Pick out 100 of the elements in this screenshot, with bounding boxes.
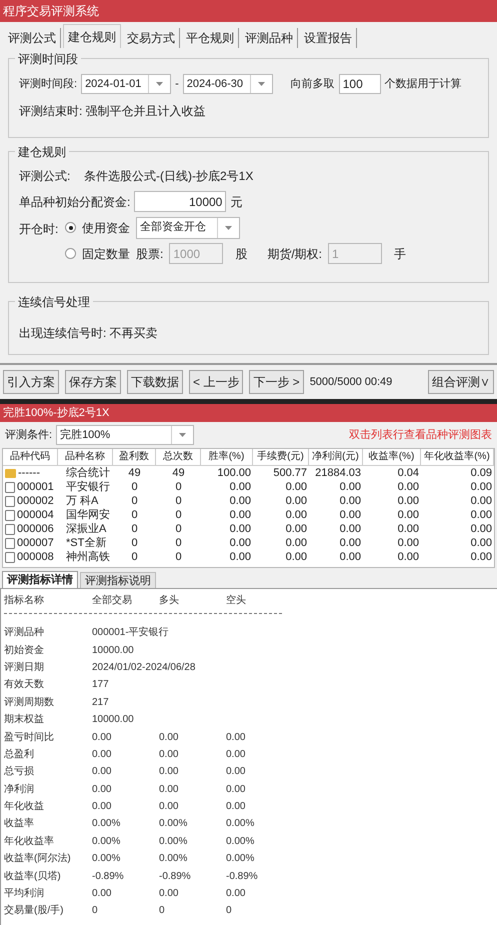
table-row[interactable]: 000006 深振业A 0 0 0.00 0.00 0.00 0.00 0.00: [3, 522, 494, 536]
tab[interactable]: 建仓规则: [63, 24, 121, 48]
metric-label: 年化收益: [4, 800, 45, 814]
toolbar-button[interactable]: 下一步 >: [249, 370, 304, 394]
table-row[interactable]: 000004 国华网安 0 0 0.00 0.00 0.00 0.00 0.00: [3, 508, 494, 522]
table-cell-text: 000004: [17, 508, 54, 523]
document-icon: [5, 538, 15, 548]
metric-value: 177: [92, 678, 109, 692]
tab[interactable]: 平仓规则: [182, 28, 239, 48]
caret-icon: [156, 82, 164, 86]
table-cell-text: 神州高铁: [66, 550, 110, 565]
table-row[interactable]: 000001 平安银行 0 0 0.00 0.00 0.00 0.00 0.00: [3, 480, 494, 494]
table-cell-text: 0.00: [470, 480, 492, 495]
combo-button[interactable]: 组合评测∨: [428, 370, 494, 394]
table-cell-text: 深振业A: [66, 522, 106, 536]
metric-value: 0.00: [92, 765, 112, 780]
table-cell-text: 国华网安: [66, 508, 110, 523]
metric-value: 0.00: [92, 730, 112, 745]
progress-text: 5000/5000 00:49: [310, 374, 392, 390]
group-title: 连续信号处理: [15, 293, 93, 311]
metric-value: 0.00%: [159, 817, 188, 832]
table-cell-text: 0.04: [396, 466, 419, 481]
table-cell-text: 0.00: [470, 550, 492, 565]
table-cell-text: 0: [130, 508, 139, 523]
table-cell-text: 0: [174, 536, 183, 551]
rule-text: 出现连续信号时: 不再买卖: [19, 325, 159, 342]
metric-value: 0: [159, 904, 166, 918]
table-cell-text: 0: [174, 550, 183, 565]
column-header[interactable]: 收益率(%): [363, 449, 421, 465]
column-header[interactable]: 盈利数: [113, 449, 156, 465]
tab[interactable]: 交易方式: [123, 28, 180, 48]
table-cell-text: 0: [130, 522, 139, 537]
table-cell-text: 0.00: [284, 522, 307, 537]
metric-label: 收益率(贝塔): [4, 870, 62, 884]
metric-value: 0.00: [159, 800, 180, 814]
input-field[interactable]: 100: [338, 74, 381, 94]
metric-label: 总亏损: [4, 764, 35, 780]
radio-label: 使用资金: [82, 220, 130, 236]
metric-value: 0.00%: [226, 817, 256, 832]
toolbar-button[interactable]: 保存方案: [65, 370, 121, 394]
metric-label: 评测日期: [4, 660, 45, 675]
metric-value: 217: [92, 696, 109, 710]
tab[interactable]: 评测品种: [241, 28, 298, 48]
metric-label: 评测品种: [4, 626, 45, 640]
metric-value: 0.00%: [226, 852, 256, 866]
table-cell-text: 0.00: [396, 508, 419, 523]
column-header[interactable]: 品种代码: [3, 449, 58, 465]
table-cell-text: 0: [174, 522, 183, 537]
table-cell-text: 0.00: [470, 508, 492, 523]
column-header: 指标名称: [4, 594, 45, 608]
radio-button[interactable]: [65, 222, 76, 233]
column-header[interactable]: 总次数: [156, 449, 201, 465]
document-icon: [5, 552, 15, 562]
radio-button[interactable]: [65, 248, 76, 259]
metric-value: 0.00%: [92, 834, 122, 849]
column-header: 全部交易: [92, 594, 133, 608]
date-picker[interactable]: 2024-06-30: [182, 74, 273, 94]
metric-value: -0.89%: [159, 870, 192, 884]
radio-label: 固定数量: [82, 246, 130, 262]
unit-label: 元: [230, 194, 242, 210]
table-cell-text: 0.00: [284, 480, 307, 495]
column-header[interactable]: 手续费(元): [253, 449, 309, 465]
tab[interactable]: 评测指标详情: [2, 571, 78, 588]
toolbar-button[interactable]: 引入方案: [3, 370, 59, 394]
metric-value: -0.89%: [226, 870, 259, 884]
column-header[interactable]: 净利润(元): [309, 449, 363, 465]
metric-value: 10000.00: [92, 713, 134, 728]
metric-value: 0.00: [226, 765, 246, 780]
metric-value: 0.00: [226, 887, 246, 902]
table-cell-text: 0.00: [338, 522, 361, 537]
table-cell-text: 0.00: [284, 550, 307, 565]
table-cell-text: 0.00: [338, 508, 361, 523]
toolbar-button[interactable]: < 上一步: [189, 370, 244, 394]
toolbar-button[interactable]: 下载数据: [127, 370, 183, 394]
column-header[interactable]: 年化收益率(%): [421, 449, 494, 465]
table-cell-text: 21884.03: [314, 466, 361, 481]
table-cell-text: 0.00: [284, 508, 307, 523]
column-header[interactable]: 胜率(%): [201, 449, 253, 465]
table-cell-text: 0.00: [396, 550, 419, 565]
table-cell-text: 0: [174, 480, 183, 495]
select-field[interactable]: 完胜100%: [56, 425, 194, 445]
metric-value: 0.00%: [92, 817, 122, 832]
tab[interactable]: 设置报告: [300, 28, 357, 48]
input-field[interactable]: 10000: [134, 191, 226, 212]
metric-value: 10000.00: [92, 644, 134, 658]
select-field[interactable]: 全部资金开仓: [136, 216, 240, 238]
table-cell-text: 000008: [17, 550, 54, 565]
tab[interactable]: 评测公式: [4, 28, 61, 48]
table-row[interactable]: 000002 万 科A 0 0 0.00 0.00 0.00 0.00 0.00: [3, 494, 494, 508]
table-row[interactable]: 000008 神州高铁 0 0 0.00 0.00 0.00 0.00 0.00: [3, 550, 494, 564]
table-cell-text: 000001: [17, 480, 54, 495]
table-row[interactable]: 000007 *ST全新 0 0 0.00 0.00 0.00 0.00 0.00: [3, 536, 494, 550]
table-cell-text: 000002: [17, 494, 54, 509]
unit-label: 手: [394, 246, 406, 262]
metric-value: 0.00: [92, 800, 112, 814]
date-picker[interactable]: 2024-01-01: [81, 74, 172, 94]
field-label: 评测时间段:: [19, 76, 78, 92]
column-header[interactable]: 品种名称: [58, 449, 113, 465]
tab[interactable]: 评测指标说明: [80, 572, 156, 588]
table-row[interactable]: ------ 综合统计 49 49 100.00 500.77 21884.03 0.04 0.09: [3, 466, 494, 480]
